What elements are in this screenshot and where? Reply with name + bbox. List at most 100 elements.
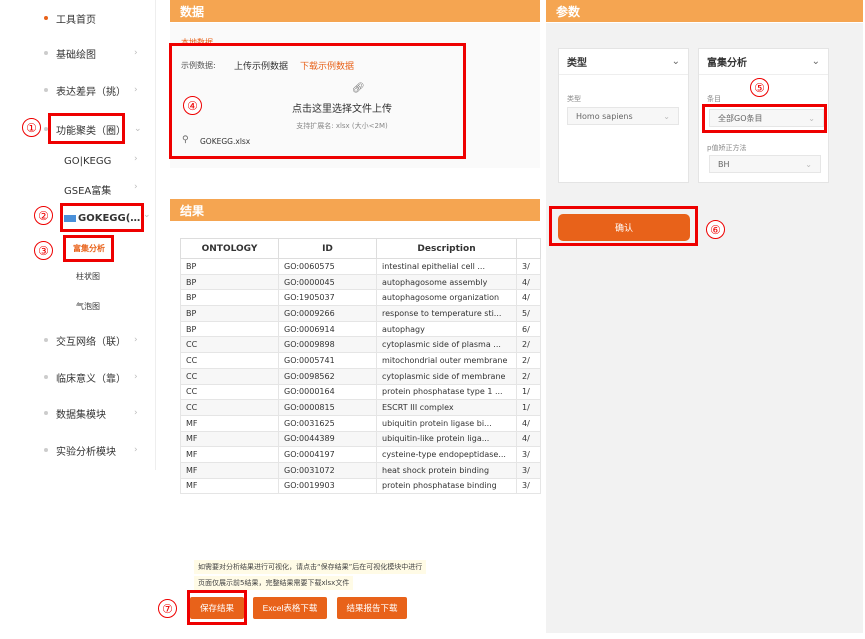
sidebar-item-label: 表达差异（挑） [56, 86, 126, 98]
chevron-down-icon: ⌄ [143, 210, 151, 220]
bullet-icon [44, 51, 48, 55]
preview-note: 页面仅展示前5结果，完整结果需要下载xlsx文件 [194, 576, 354, 590]
sidebar-item-label: 临床意义（靠） [56, 373, 126, 385]
column-header[interactable]: ONTOLOGY [180, 238, 279, 259]
results-table: ONTOLOGY ID Description BP GO:0060575 inte… [180, 238, 541, 495]
sidebar-subsub-label: 气泡图 [76, 301, 100, 311]
table-cell-ontology: BP [180, 320, 279, 338]
sidebar-item-basic-plot[interactable]: 基础绘图 › [0, 38, 156, 68]
column-header[interactable]: Description [376, 238, 517, 259]
table-row[interactable]: BP GO:0000045 autophagosome assembly 4/ [180, 273, 541, 291]
table-cell-extra: 4/ [516, 273, 541, 291]
chevron-right-icon: › [134, 85, 138, 95]
table-cell-extra: 4/ [516, 430, 541, 448]
excel-download-button[interactable]: Excel表格下载 [253, 597, 327, 619]
padj-value: BH [718, 159, 730, 169]
chevron-down-icon: ⌄ [671, 56, 680, 67]
enrichment-card-header[interactable]: 富集分析 ⌄ [699, 49, 828, 75]
chevron-right-icon: › [134, 372, 138, 382]
table-row[interactable]: CC GO:0000815 ESCRT III complex 1/ [180, 399, 541, 416]
table-cell-ontology: MF [180, 414, 279, 432]
sidebar-item-label: 工具首页 [56, 14, 96, 26]
sidebar-subsub-bubble[interactable]: 气泡图 [76, 296, 100, 316]
table-cell-ontology: BP [180, 258, 279, 275]
padj-field-label: p值矫正方法 [707, 144, 747, 152]
table-cell-desc: ESCRT III complex [376, 399, 517, 416]
sidebar-item-interaction-network[interactable]: 交互网络（联） › [0, 325, 156, 355]
table-row[interactable]: CC GO:0000164 protein phosphatase type 1 .… [180, 383, 541, 401]
table-cell-ontology: BP [180, 289, 279, 307]
chevron-right-icon: › [134, 445, 138, 455]
annotation-number-7: ⑦ [158, 599, 177, 618]
sidebar-item-clinical[interactable]: 临床意义（靠） › [0, 362, 156, 392]
table-cell-desc: autophagosome organization [376, 289, 517, 307]
table-cell-desc: cysteine-type endopeptidase... [376, 446, 517, 463]
sidebar-subsub-label: 柱状图 [76, 271, 100, 281]
annotation-box-2 [60, 203, 144, 232]
table-row[interactable]: BP GO:0060575 intestinal epithelial cell .… [180, 258, 541, 275]
panel-title: 结果 [180, 203, 205, 218]
table-cell-desc: heat shock protein binding [376, 461, 517, 479]
table-row[interactable]: BP GO:1905037 autophagosome organization 4/ [180, 289, 541, 307]
sidebar-item-dataset[interactable]: 数据集模块 › [0, 398, 156, 428]
sidebar-sub-gsea[interactable]: GSEA富集 [64, 178, 164, 200]
annotation-number-5: ⑤ [750, 78, 769, 97]
annotation-box-4 [169, 43, 466, 159]
table-cell-extra: 1/ [516, 399, 541, 416]
annotation-number-1: ① [22, 118, 41, 137]
bullet-icon [44, 338, 48, 342]
table-cell-ontology: CC [180, 352, 279, 369]
sidebar-item-home[interactable]: 工具首页 [0, 3, 156, 33]
table-cell-extra: 3/ [516, 446, 541, 463]
chevron-right-icon: › [134, 182, 138, 192]
table-cell-desc: cytoplasmic side of plasma ... [376, 336, 517, 354]
species-select[interactable]: Homo sapiens ⌄ [567, 107, 679, 125]
sidebar-item-diff-expression[interactable]: 表达差异（挑） › [0, 75, 156, 105]
table-cell-id: GO:0006914 [278, 320, 377, 338]
table-cell-id: GO:0044389 [278, 430, 377, 448]
table-cell-extra: 2/ [516, 336, 541, 354]
report-download-button[interactable]: 结果报告下载 [337, 597, 407, 619]
table-row[interactable]: MF GO:0044389 ubiquitin-like protein liga.… [180, 430, 541, 448]
table-row[interactable]: MF GO:0031625 ubiquitin protein ligase bi.… [180, 414, 541, 432]
sidebar-sub-go-kegg[interactable]: GO|KEGG [64, 150, 164, 172]
table-cell-extra: 6/ [516, 320, 541, 338]
sidebar-item-label: 交互网络（联） [56, 336, 126, 348]
table-row[interactable]: MF GO:0031072 heat shock protein binding 3/ [180, 461, 541, 479]
sidebar-item-experiment[interactable]: 实验分析模块 › [0, 435, 156, 465]
table-row[interactable]: MF GO:0019903 protein phosphatase binding 3… [180, 477, 541, 495]
table-row[interactable]: CC GO:0005741 mitochondrial outer membrane… [180, 352, 541, 369]
sidebar-subsub-bar[interactable]: 柱状图 [76, 266, 100, 286]
bullet-icon [44, 88, 48, 92]
table-cell-id: GO:0060575 [278, 258, 377, 275]
annotation-box-1 [48, 113, 125, 144]
table-cell-id: GO:0098562 [278, 367, 377, 385]
sidebar-item-label: 基础绘图 [56, 49, 96, 61]
table-cell-ontology: MF [180, 461, 279, 479]
padj-select[interactable]: BH ⌄ [709, 155, 821, 173]
table-cell-desc: intestinal epithelial cell ... [376, 258, 517, 275]
type-card-header[interactable]: 类型 ⌄ [559, 49, 688, 75]
table-row[interactable]: CC GO:0009898 cytoplasmic side of plasma .… [180, 336, 541, 354]
column-header[interactable] [516, 238, 541, 259]
sidebar-item-label: 实验分析模块 [56, 446, 116, 458]
term-field-label: 条目 [707, 95, 721, 103]
table-cell-extra: 5/ [516, 305, 541, 322]
table-cell-extra: 3/ [516, 461, 541, 479]
result-panel-header: 结果 [170, 199, 540, 221]
table-cell-ontology: CC [180, 336, 279, 354]
table-cell-id: GO:1905037 [278, 289, 377, 307]
table-row[interactable]: MF GO:0004197 cysteine-type endopeptidase.… [180, 446, 541, 463]
table-cell-desc: protein phosphatase type 1 ... [376, 383, 517, 401]
chevron-right-icon: › [134, 154, 138, 164]
table-row[interactable]: CC GO:0098562 cytoplasmic side of membrane… [180, 367, 541, 385]
visualize-note: 如需要对分析结果进行可视化，请点击“保存结果”后在可视化模块中进行 [194, 560, 427, 574]
chevron-down-icon: ⌄ [663, 111, 670, 121]
column-header[interactable]: ID [278, 238, 377, 259]
table-row[interactable]: BP GO:0006914 autophagy 6/ [180, 320, 541, 338]
bullet-icon [44, 411, 48, 415]
table-cell-desc: ubiquitin protein ligase bi... [376, 414, 517, 432]
table-cell-ontology: CC [180, 367, 279, 385]
chevron-right-icon: › [134, 48, 138, 58]
table-row[interactable]: BP GO:0009266 response to temperature sti.… [180, 305, 541, 322]
